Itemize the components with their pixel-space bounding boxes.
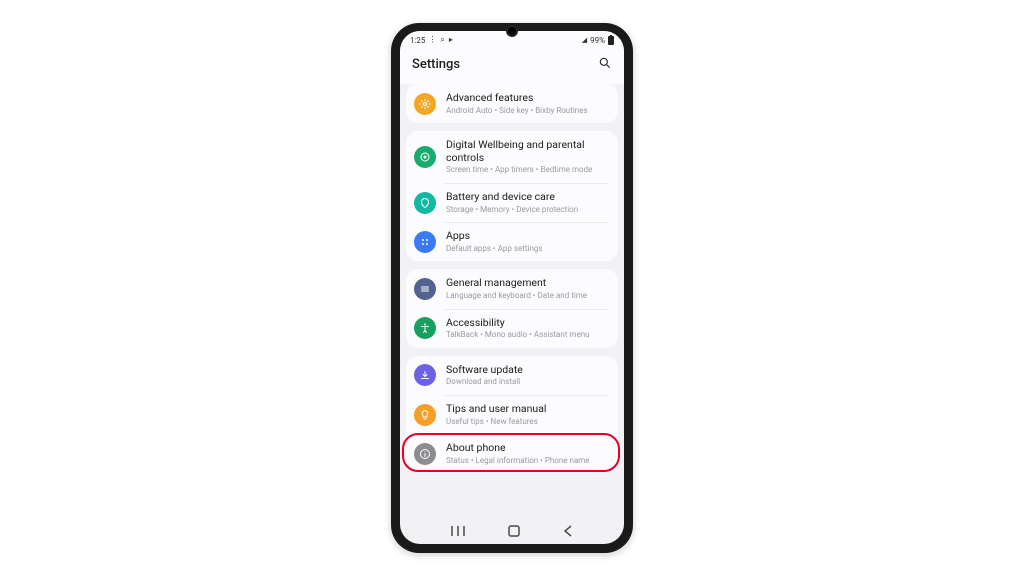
- general-icon: [414, 278, 436, 300]
- apps-icon: [414, 231, 436, 253]
- row-subtitle: Useful tips • New features: [446, 417, 608, 427]
- row-text: AppsDefault apps • App settings: [446, 230, 608, 253]
- row-text: Software updateDownload and install: [446, 364, 608, 387]
- row-title: General management: [446, 277, 608, 290]
- settings-row-digital-wellbeing-and-parental-controls[interactable]: Digital Wellbeing and parental controlsS…: [406, 131, 618, 183]
- row-title: Accessibility: [446, 317, 608, 330]
- settings-row-battery-and-device-care[interactable]: Battery and device careStorage • Memory …: [406, 183, 618, 222]
- settings-list[interactable]: Advanced featuresAndroid Auto • Side key…: [400, 84, 624, 520]
- camera-notch: [506, 25, 518, 37]
- signal-icon: ◢: [582, 36, 587, 44]
- settings-row-about-phone[interactable]: About phoneStatus • Legal information • …: [406, 434, 618, 473]
- settings-group: Advanced featuresAndroid Auto • Side key…: [406, 84, 618, 123]
- status-icons-left: ⋮ ⌕ ▸: [428, 35, 453, 45]
- nav-home-button[interactable]: [508, 525, 520, 540]
- phone-screen: 1:25 ⋮ ⌕ ▸ ◢ 99% Settings Advanced featu…: [400, 31, 624, 544]
- page-title: Settings: [412, 57, 460, 72]
- settings-row-tips-and-user-manual[interactable]: Tips and user manualUseful tips • New fe…: [406, 395, 618, 434]
- row-subtitle: Download and install: [446, 377, 608, 387]
- row-text: About phoneStatus • Legal information • …: [446, 442, 608, 465]
- info-icon: [414, 443, 436, 465]
- row-title: Advanced features: [446, 92, 608, 105]
- settings-row-apps[interactable]: AppsDefault apps • App settings: [406, 222, 618, 261]
- row-subtitle: Language and keyboard • Date and time: [446, 291, 608, 301]
- battery-text: 99%: [590, 36, 605, 45]
- row-title: Tips and user manual: [446, 403, 608, 416]
- search-icon: [598, 56, 612, 70]
- status-left: 1:25 ⋮ ⌕ ▸: [410, 35, 454, 45]
- row-title: Software update: [446, 364, 608, 377]
- row-subtitle: Default apps • App settings: [446, 244, 608, 254]
- status-time: 1:25: [410, 36, 425, 45]
- row-subtitle: Screen time • App timers • Bedtime mode: [446, 165, 608, 175]
- row-title: Battery and device care: [446, 191, 608, 204]
- row-text: AccessibilityTalkBack • Mono audio • Ass…: [446, 317, 608, 340]
- row-subtitle: Status • Legal information • Phone name: [446, 456, 608, 466]
- row-subtitle: TalkBack • Mono audio • Assistant menu: [446, 330, 608, 340]
- settings-row-software-update[interactable]: Software updateDownload and install: [406, 356, 618, 395]
- home-icon: [508, 525, 520, 537]
- row-title: Apps: [446, 230, 608, 243]
- settings-group: Software updateDownload and install Tips …: [406, 356, 618, 474]
- row-text: Battery and device careStorage • Memory …: [446, 191, 608, 214]
- phone-frame: 1:25 ⋮ ⌕ ▸ ◢ 99% Settings Advanced featu…: [391, 23, 633, 553]
- settings-group: General managementLanguage and keyboard …: [406, 269, 618, 347]
- recent-icon: [451, 526, 465, 536]
- gear-icon: [414, 93, 436, 115]
- row-title: Digital Wellbeing and parental controls: [446, 139, 608, 164]
- status-right: ◢ 99%: [582, 36, 614, 45]
- row-title: About phone: [446, 442, 608, 455]
- row-subtitle: Storage • Memory • Device protection: [446, 205, 608, 215]
- settings-row-general-management[interactable]: General managementLanguage and keyboard …: [406, 269, 618, 308]
- settings-row-advanced-features[interactable]: Advanced featuresAndroid Auto • Side key…: [406, 84, 618, 123]
- battery-icon: [608, 36, 614, 45]
- tips-icon: [414, 404, 436, 426]
- row-text: Tips and user manualUseful tips • New fe…: [446, 403, 608, 426]
- nav-recent-button[interactable]: [451, 525, 465, 539]
- settings-row-accessibility[interactable]: AccessibilityTalkBack • Mono audio • Ass…: [406, 309, 618, 348]
- system-nav-bar: [400, 520, 624, 544]
- row-subtitle: Android Auto • Side key • Bixby Routines: [446, 106, 608, 116]
- care-icon: [414, 192, 436, 214]
- update-icon: [414, 364, 436, 386]
- row-text: General managementLanguage and keyboard …: [446, 277, 608, 300]
- accessibility-icon: [414, 317, 436, 339]
- search-button[interactable]: [598, 55, 612, 74]
- wellbeing-icon: [414, 146, 436, 168]
- back-icon: [563, 525, 573, 537]
- nav-back-button[interactable]: [563, 525, 573, 540]
- row-text: Digital Wellbeing and parental controlsS…: [446, 139, 608, 175]
- app-header: Settings: [400, 49, 624, 84]
- settings-group: Digital Wellbeing and parental controlsS…: [406, 131, 618, 261]
- row-text: Advanced featuresAndroid Auto • Side key…: [446, 92, 608, 115]
